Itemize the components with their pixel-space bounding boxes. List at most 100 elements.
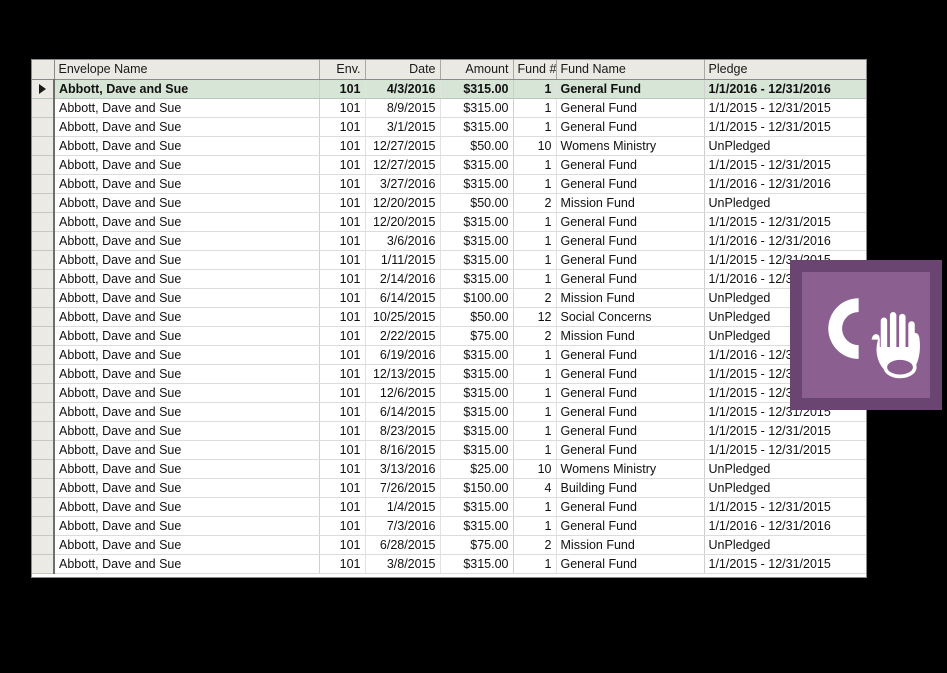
cell-env[interactable]: 101 [319,174,366,194]
cell-env[interactable]: 101 [319,535,366,555]
cell-fund-name[interactable]: General Fund [556,231,705,251]
cell-envelope-name[interactable]: Abbott, Dave and Sue [54,383,320,403]
cell-envelope-name[interactable]: Abbott, Dave and Sue [54,231,320,251]
cell-pledge[interactable]: UnPledged [704,459,866,479]
table-row[interactable]: Abbott, Dave and Sue 101 8/16/2015 $315.00 1… [32,440,866,460]
column-header-fund-number[interactable]: Fund # [513,60,557,80]
cell-envelope-name[interactable]: Abbott, Dave and Sue [54,79,320,99]
cell-fund-name[interactable]: General Fund [556,497,705,517]
cell-date[interactable]: 6/14/2015 [365,402,441,422]
column-header-pledge[interactable]: Pledge [704,60,866,80]
table-row[interactable]: Abbott, Dave and Sue 101 3/27/2016 $315.00 1… [32,174,866,194]
column-header-amount[interactable]: Amount [440,60,514,80]
table-row[interactable]: Abbott, Dave and Sue 101 1/4/2015 $315.00 1 G… [32,497,866,517]
cell-env[interactable]: 101 [319,345,366,365]
row-selector-cell[interactable] [32,98,55,118]
cell-fund-name[interactable]: General Fund [556,269,705,289]
cell-pledge[interactable]: 1/1/2016 - 12/31/2016 [704,174,866,194]
cell-amount[interactable]: $315.00 [440,117,514,137]
cell-fund-number[interactable]: 1 [513,364,557,384]
table-row[interactable]: Abbott, Dave and Sue 101 6/28/2015 $75.00 2 M… [32,535,866,555]
cell-fund-number[interactable]: 10 [513,136,557,156]
table-row[interactable]: Abbott, Dave and Sue 101 6/14/2015 $100.00 2… [32,288,866,308]
cell-pledge[interactable]: 1/1/2015 - 12/31/2015 [704,440,866,460]
cell-fund-number[interactable]: 1 [513,421,557,441]
table-row[interactable]: Abbott, Dave and Sue 101 12/27/2015 $50.00 1… [32,136,866,156]
row-selector-cell[interactable] [32,554,55,574]
cell-fund-name[interactable]: General Fund [556,345,705,365]
table-row[interactable]: Abbott, Dave and Sue 101 2/22/2015 $75.00 2 M… [32,326,866,346]
cell-pledge[interactable]: 1/1/2016 - 12/31/2016 [704,516,866,536]
cell-fund-name[interactable]: General Fund [556,212,705,232]
cell-fund-number[interactable]: 1 [513,516,557,536]
row-selector-cell[interactable] [32,269,55,289]
cell-envelope-name[interactable]: Abbott, Dave and Sue [54,402,320,422]
cell-pledge[interactable]: 1/1/2015 - 12/31/2015 [704,554,866,574]
cell-env[interactable]: 101 [319,440,366,460]
row-selector-cell[interactable] [32,288,55,308]
cell-envelope-name[interactable]: Abbott, Dave and Sue [54,269,320,289]
cell-amount[interactable]: $315.00 [440,554,514,574]
row-selector-cell[interactable] [32,117,55,137]
cell-envelope-name[interactable]: Abbott, Dave and Sue [54,174,320,194]
cell-date[interactable]: 12/20/2015 [365,212,441,232]
cell-fund-number[interactable]: 1 [513,440,557,460]
cell-fund-number[interactable]: 1 [513,231,557,251]
cell-env[interactable]: 101 [319,231,366,251]
table-row[interactable]: Abbott, Dave and Sue 101 3/6/2016 $315.00 1 G… [32,231,866,251]
cell-fund-number[interactable]: 1 [513,345,557,365]
cell-date[interactable]: 7/26/2015 [365,478,441,498]
cell-envelope-name[interactable]: Abbott, Dave and Sue [54,535,320,555]
cell-date[interactable]: 3/8/2015 [365,554,441,574]
cell-fund-number[interactable]: 1 [513,402,557,422]
cell-envelope-name[interactable]: Abbott, Dave and Sue [54,288,320,308]
cell-envelope-name[interactable]: Abbott, Dave and Sue [54,155,320,175]
cell-fund-number[interactable]: 1 [513,117,557,137]
cell-amount[interactable]: $315.00 [440,98,514,118]
row-selector-cell[interactable] [32,174,55,194]
cell-envelope-name[interactable]: Abbott, Dave and Sue [54,516,320,536]
cell-fund-number[interactable]: 1 [513,554,557,574]
cell-envelope-name[interactable]: Abbott, Dave and Sue [54,478,320,498]
cell-fund-number[interactable]: 1 [513,250,557,270]
table-row[interactable]: Abbott, Dave and Sue 101 7/26/2015 $150.00 4… [32,478,866,498]
cell-pledge[interactable]: UnPledged [704,478,866,498]
cell-date[interactable]: 3/27/2016 [365,174,441,194]
cell-date[interactable]: 12/20/2015 [365,193,441,213]
cell-fund-number[interactable]: 2 [513,288,557,308]
cell-date[interactable]: 6/28/2015 [365,535,441,555]
cell-fund-name[interactable]: General Fund [556,516,705,536]
cell-amount[interactable]: $50.00 [440,136,514,156]
cell-env[interactable]: 101 [319,497,366,517]
cell-pledge[interactable]: 1/1/2015 - 12/31/2015 [704,212,866,232]
cell-date[interactable]: 8/9/2015 [365,98,441,118]
cell-date[interactable]: 3/13/2016 [365,459,441,479]
cell-fund-name[interactable]: General Fund [556,421,705,441]
cell-envelope-name[interactable]: Abbott, Dave and Sue [54,421,320,441]
cell-pledge[interactable]: UnPledged [704,535,866,555]
cell-date[interactable]: 1/4/2015 [365,497,441,517]
cell-envelope-name[interactable]: Abbott, Dave and Sue [54,117,320,137]
cell-fund-number[interactable]: 1 [513,383,557,403]
cell-fund-number[interactable]: 1 [513,155,557,175]
cell-amount[interactable]: $315.00 [440,516,514,536]
cell-env[interactable]: 101 [319,79,366,99]
table-row[interactable]: Abbott, Dave and Sue 101 8/9/2015 $315.00 1 G… [32,98,866,118]
cell-env[interactable]: 101 [319,516,366,536]
cell-pledge[interactable]: 1/1/2015 - 12/31/2015 [704,497,866,517]
cell-envelope-name[interactable]: Abbott, Dave and Sue [54,440,320,460]
cell-date[interactable]: 7/3/2016 [365,516,441,536]
cell-pledge[interactable]: 1/1/2016 - 12/31/2016 [704,231,866,251]
cell-env[interactable]: 101 [319,459,366,479]
cell-envelope-name[interactable]: Abbott, Dave and Sue [54,193,320,213]
cell-amount[interactable]: $315.00 [440,231,514,251]
cell-fund-number[interactable]: 4 [513,478,557,498]
table-row[interactable]: Abbott, Dave and Sue 101 2/14/2016 $315.00 1… [32,269,866,289]
cell-date[interactable]: 1/11/2015 [365,250,441,270]
cell-date[interactable]: 6/14/2015 [365,288,441,308]
cell-pledge[interactable]: UnPledged [704,193,866,213]
cell-date[interactable]: 2/22/2015 [365,326,441,346]
cell-fund-name[interactable]: General Fund [556,554,705,574]
table-row[interactable]: Abbott, Dave and Sue 101 12/6/2015 $315.00 1… [32,383,866,403]
cell-date[interactable]: 12/27/2015 [365,155,441,175]
